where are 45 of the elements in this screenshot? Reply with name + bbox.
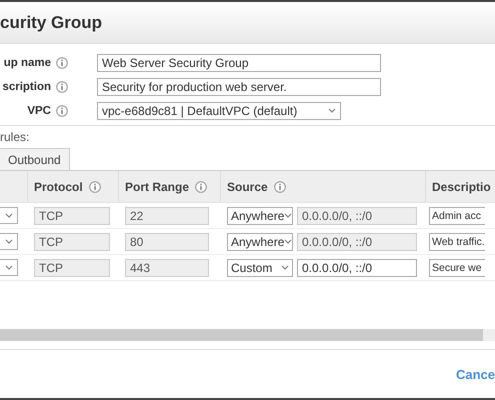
caret-icon — [4, 239, 12, 244]
text-field[interactable]: Web Server Security Group — [97, 54, 381, 72]
source-dropdown[interactable]: Custom — [227, 258, 293, 276]
tab[interactable]: Outbound — [0, 148, 70, 171]
caret-icon — [328, 108, 336, 113]
description-field[interactable]: Secure we — [429, 258, 485, 276]
dialog-title: curity Group — [0, 13, 102, 33]
cidr-field[interactable]: 0.0.0.0/0, ::/0 — [297, 258, 417, 276]
info-icon[interactable] — [195, 180, 208, 192]
protocol-field: TCP — [34, 258, 110, 276]
column-header: Protocol — [34, 180, 83, 194]
port-range-field: 443 — [125, 258, 209, 276]
description-field[interactable]: Web traffic. — [429, 232, 485, 250]
column-header: Port Range — [125, 180, 190, 194]
caret-icon — [4, 213, 12, 218]
protocol-field: TCP — [34, 206, 110, 224]
info-icon[interactable] — [88, 180, 101, 192]
scrollbar[interactable] — [0, 329, 495, 341]
info-icon[interactable] — [56, 80, 68, 92]
cidr-field: 0.0.0.0/0, ::/0 — [297, 232, 417, 250]
info-icon[interactable] — [56, 56, 68, 68]
type-dropdown[interactable] — [0, 233, 18, 250]
info-icon[interactable] — [274, 180, 286, 192]
caret-icon — [284, 213, 292, 218]
text-field[interactable]: Security for production web server. — [97, 78, 381, 96]
port-range-field: 22 — [125, 206, 209, 224]
rules-label: rules: — [0, 129, 30, 144]
column-header: Source — [227, 180, 268, 194]
source-dropdown[interactable]: Anywhere — [227, 206, 293, 224]
source-dropdown[interactable]: Anywhere — [227, 232, 293, 250]
caret-icon — [284, 239, 292, 244]
cidr-field: 0.0.0.0/0, ::/0 — [297, 206, 417, 224]
field-label: scription — [1, 80, 51, 92]
vpc-dropdown[interactable]: vpc-e68d9c81 | DefaultVPC (default) — [97, 102, 341, 120]
caret-icon — [281, 265, 289, 270]
field-label: VPC — [26, 104, 51, 116]
protocol-field: TCP — [34, 232, 110, 250]
column-header: Descriptio — [432, 180, 491, 194]
info-icon[interactable] — [56, 104, 68, 116]
port-range-field: 80 — [125, 232, 209, 250]
description-field[interactable]: Admin acc — [429, 206, 485, 224]
caret-icon — [4, 265, 12, 270]
field-label: up name — [2, 56, 51, 68]
type-dropdown[interactable] — [0, 259, 18, 276]
type-dropdown[interactable] — [0, 207, 18, 224]
